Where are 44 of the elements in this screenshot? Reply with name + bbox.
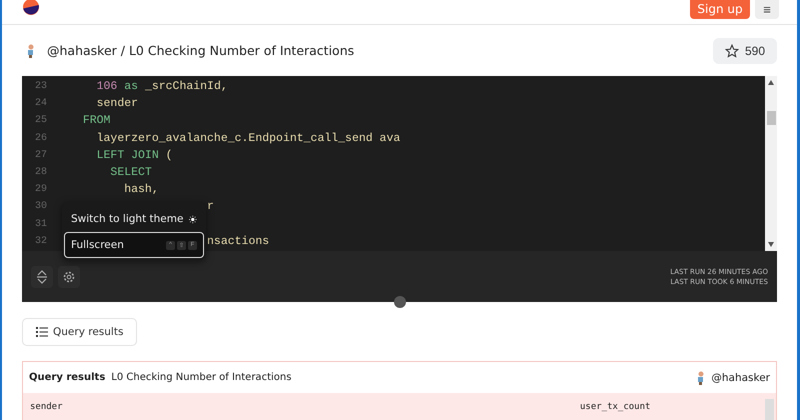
code-line: 106 as _srcChainId, <box>96 80 228 94</box>
line-number: 32 <box>34 236 48 247</box>
settings-icon[interactable] <box>58 266 80 288</box>
code-line: layerzero_avalanche_c.Endpoint_call_send ava <box>96 132 400 145</box>
code-line: r <box>207 200 214 214</box>
query-title: @hahasker / L0 Checking Number of Interactions <box>47 43 354 58</box>
scroll-down-icon[interactable] <box>768 242 774 247</box>
logo-icon[interactable] <box>23 0 39 15</box>
sun-icon <box>189 212 197 226</box>
owner-link[interactable]: @hahasker <box>711 372 770 384</box>
query-name: L0 Checking Number of Interactions <box>111 372 292 383</box>
scroll-up-icon[interactable] <box>768 80 774 85</box>
line-number: 31 <box>34 218 48 230</box>
expand-icon[interactable] <box>31 266 53 288</box>
scrollbar[interactable] <box>765 399 774 420</box>
scrollbar-thumb[interactable] <box>766 111 776 125</box>
line-number: 24 <box>34 98 48 110</box>
star-button[interactable]: 590 <box>712 38 777 64</box>
menu-button[interactable]: ≡ <box>755 0 779 19</box>
line-number: 28 <box>34 167 48 178</box>
results-title: Query results <box>29 372 106 383</box>
code-line: nsactions <box>207 234 270 248</box>
column-header[interactable]: user_tx_count <box>580 402 650 412</box>
code-line: FROM <box>82 114 110 128</box>
line-number: 23 <box>34 81 48 92</box>
column-header[interactable]: sender <box>30 402 580 412</box>
menu-item[interactable]: Switch to light theme <box>64 206 204 232</box>
avatar-icon <box>26 44 35 58</box>
scrollbar[interactable] <box>765 76 777 251</box>
resize-handle[interactable] <box>394 296 406 308</box>
star-icon <box>724 44 739 58</box>
code-line: LEFT JOIN ( <box>96 148 173 162</box>
line-number: 27 <box>34 150 48 161</box>
line-number: 29 <box>34 184 48 196</box>
list-icon <box>36 327 48 337</box>
code-line: sender <box>96 97 138 110</box>
line-number: 25 <box>34 115 48 126</box>
avatar-icon <box>696 370 706 384</box>
line-number: 26 <box>34 132 48 144</box>
code-line: hash, <box>124 183 159 196</box>
query-results-tab[interactable]: Query results <box>22 318 138 346</box>
code-line: SELECT <box>110 166 152 180</box>
code-editor[interactable] <box>22 76 777 302</box>
line-number: 30 <box>34 201 48 212</box>
